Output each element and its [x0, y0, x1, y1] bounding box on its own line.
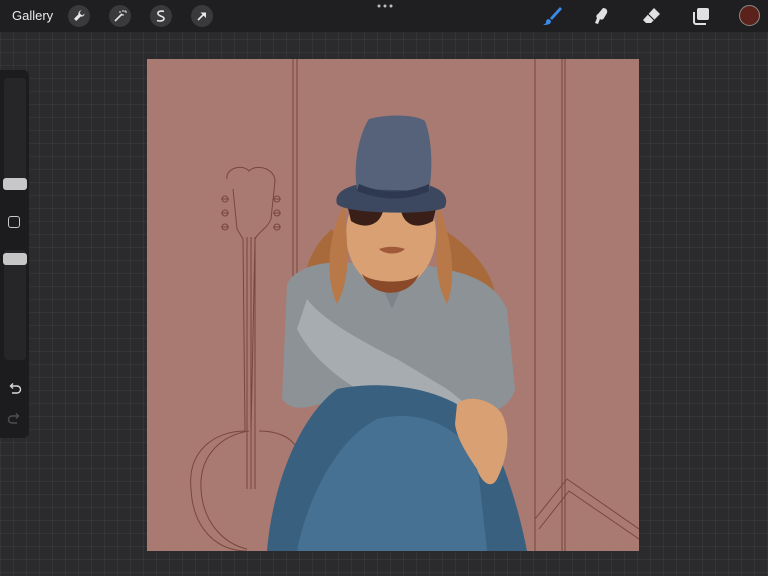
selection-icon[interactable] [150, 5, 172, 27]
brush-size-handle[interactable] [3, 178, 27, 190]
transform-arrow-icon[interactable] [191, 5, 213, 27]
opacity-handle[interactable] [3, 253, 27, 265]
layers-icon[interactable] [690, 5, 712, 27]
undo-icon[interactable] [7, 382, 22, 397]
opacity-slider[interactable] [3, 250, 27, 360]
artwork [190, 59, 639, 551]
gallery-button[interactable]: Gallery [12, 8, 53, 23]
magic-wand-icon[interactable] [109, 5, 131, 27]
more-options-icon[interactable] [376, 2, 394, 10]
eraser-icon[interactable] [640, 5, 662, 27]
redo-icon[interactable] [7, 412, 22, 427]
top-toolbar: Gallery [0, 0, 768, 32]
hat-crown [355, 115, 432, 191]
wrench-icon[interactable] [68, 5, 90, 27]
left-sidebar [0, 70, 29, 438]
color-picker-button[interactable] [739, 5, 760, 26]
brush-icon[interactable] [541, 5, 563, 27]
modify-button[interactable] [8, 216, 20, 228]
drawing-canvas[interactable] [147, 59, 639, 551]
smudge-icon[interactable] [590, 5, 612, 27]
brush-size-slider[interactable] [3, 78, 27, 190]
